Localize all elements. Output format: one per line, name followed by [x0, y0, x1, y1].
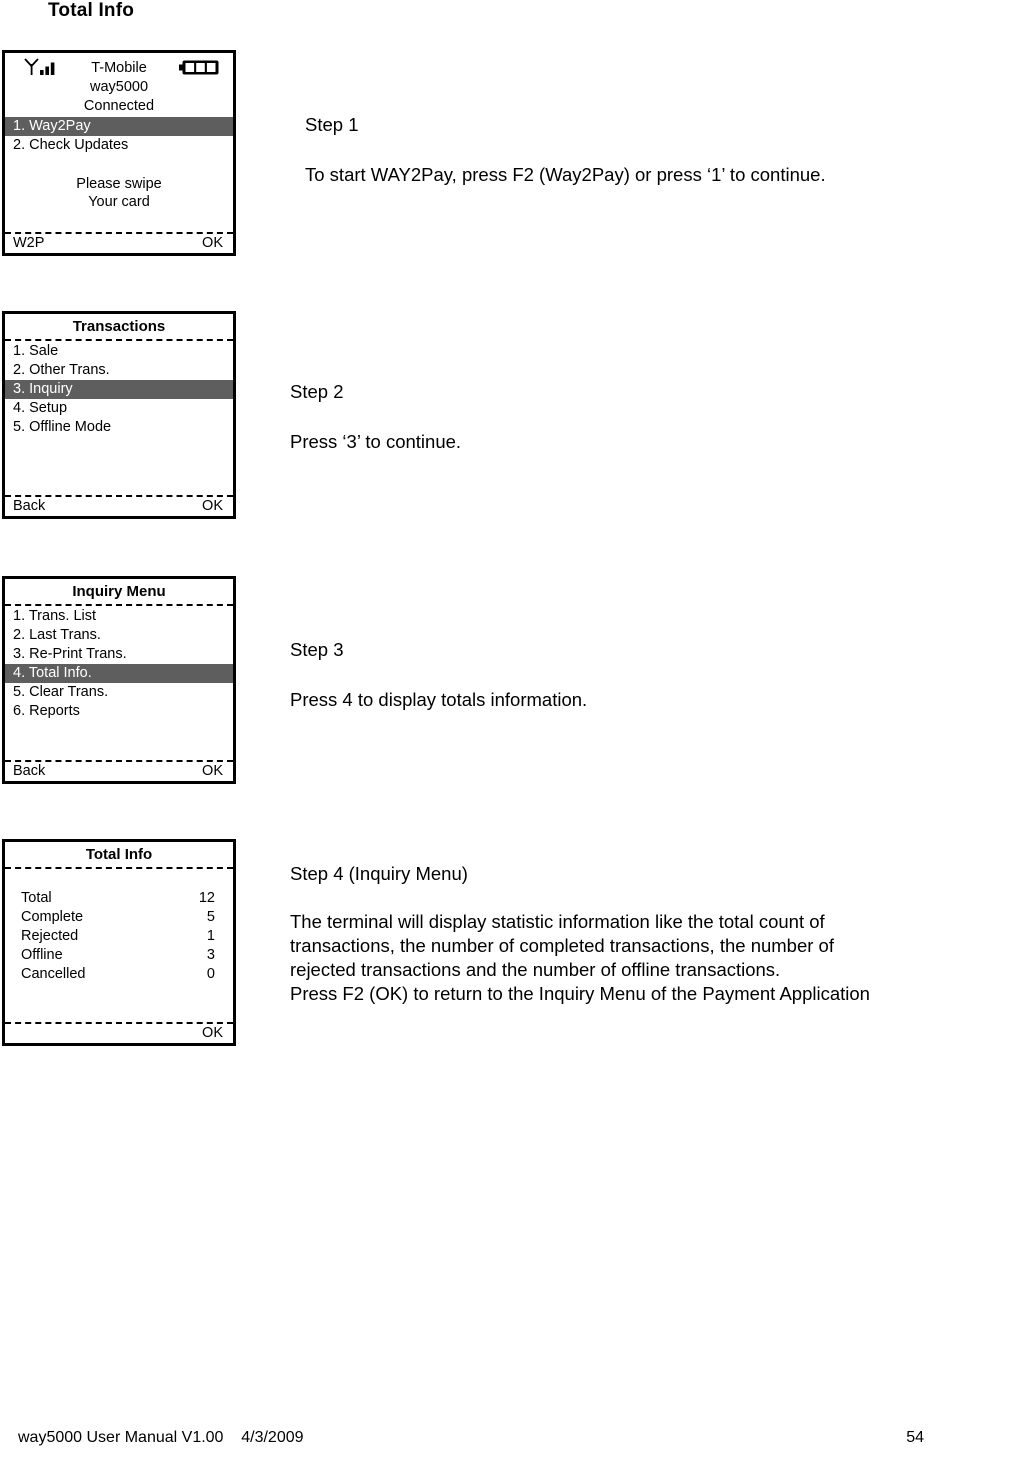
menu-item-trans-list[interactable]: 1. Trans. List: [5, 607, 233, 626]
step-3-body: Press 4 to display totals information.: [290, 688, 587, 712]
transactions-menu-list: 1. Sale 2. Other Trans. 3. Inquiry 4. Se…: [5, 341, 233, 437]
terminal-screen-inquiry-menu: Inquiry Menu 1. Trans. List 2. Last Tran…: [2, 576, 236, 784]
footer-page-number: 54: [906, 1429, 924, 1446]
step-line: To start WAY2Pay, press F2 (Way2Pay) or …: [305, 164, 826, 186]
page-title: Total Info: [48, 0, 135, 21]
step-4-block: Step 4 (Inquiry Menu) The terminal will …: [290, 862, 1012, 1006]
step-3-heading: Step 3: [290, 639, 344, 660]
terminal-header-line: Connected: [83, 97, 155, 114]
home-softkey-bar: W2P OK: [5, 232, 233, 253]
total-row-total: Total 12: [13, 889, 217, 908]
step-2-heading: Step 2: [290, 381, 344, 402]
menu-item-check-updates[interactable]: 2. Check Updates: [5, 136, 233, 155]
step-1-body: To start WAY2Pay, press F2 (Way2Pay) or …: [305, 163, 826, 187]
total-row-value: 5: [206, 908, 215, 925]
menu-item-last-trans[interactable]: 2. Last Trans.: [5, 626, 233, 645]
softkey-left-back[interactable]: Back: [13, 762, 45, 781]
step-line: Press F2 (OK) to return to the Inquiry M…: [290, 983, 870, 1005]
step-line: Press 4 to display totals information.: [290, 689, 588, 711]
softkey-left-back[interactable]: Back: [13, 497, 45, 516]
terminal-header-line: way5000: [89, 78, 149, 95]
battery-full-icon: [179, 60, 219, 75]
step-1-heading: Step 1: [305, 114, 359, 135]
step-2-body: Press ‘3’ to continue.: [290, 430, 461, 454]
total-info-softkey-bar: OK: [5, 1022, 233, 1043]
menu-item-sale[interactable]: 1. Sale: [5, 342, 233, 361]
menu-item-setup[interactable]: 4. Setup: [5, 399, 233, 418]
menu-item-inquiry[interactable]: 3. Inquiry: [5, 379, 233, 399]
terminal-screen-home: T-Mobile way5000 Connected 1. Way2Pay 2.…: [2, 50, 236, 256]
total-row-label: Rejected: [21, 927, 79, 944]
total-row-value: 12: [198, 889, 215, 906]
step-1-block: Step 1 To start WAY2Pay, press F2 (Way2P…: [305, 113, 826, 187]
total-row-label: Cancelled: [21, 965, 86, 982]
signal-antenna-icon: [23, 58, 61, 77]
total-row-cancelled: Cancelled 0: [13, 965, 217, 984]
total-info-title: Total Info: [85, 846, 153, 863]
menu-item-total-info[interactable]: 4. Total Info.: [5, 663, 233, 683]
total-row-label: Total: [21, 889, 52, 906]
menu-item-way2pay[interactable]: 1. Way2Pay: [5, 116, 233, 136]
step-line: transactions, the number of completed tr…: [290, 935, 834, 957]
footer-manual-title: way5000 User Manual V1.00: [18, 1429, 224, 1446]
menu-item-reprint-trans[interactable]: 3. Re-Print Trans.: [5, 645, 233, 664]
inquiry-menu-title: Inquiry Menu: [72, 583, 166, 600]
menu-item-offline-mode[interactable]: 5. Offline Mode: [5, 418, 233, 437]
menu-item-other-trans[interactable]: 2. Other Trans.: [5, 361, 233, 380]
total-row-rejected: Rejected 1: [13, 927, 217, 946]
softkey-right-ok[interactable]: OK: [202, 1024, 223, 1043]
total-row-offline: Offline 3: [13, 946, 217, 965]
softkey-right-ok[interactable]: OK: [202, 234, 223, 253]
total-info-table: Total 12 Complete 5 Rejected 1 Offline 3…: [5, 889, 233, 984]
swipe-prompt-line: Your card: [88, 194, 150, 211]
swipe-card-prompt: Please swipe Your card: [5, 175, 233, 213]
inquiry-menu-list: 1. Trans. List 2. Last Trans. 3. Re-Prin…: [5, 606, 233, 721]
terminal-screen-total-info: Total Info Total 12 Complete 5 Rejected …: [2, 839, 236, 1046]
step-line: The terminal will display statistic info…: [290, 911, 825, 933]
step-3-block: Step 3 Press 4 to display totals informa…: [290, 638, 587, 712]
home-menu-list: 1. Way2Pay 2. Check Updates: [5, 116, 233, 155]
softkey-right-ok[interactable]: OK: [202, 497, 223, 516]
total-row-label: Offline: [21, 946, 63, 963]
step-line: Press ‘3’ to continue.: [290, 431, 462, 453]
total-row-label: Complete: [21, 908, 84, 925]
total-row-value: 3: [206, 946, 215, 963]
step-2-block: Step 2 Press ‘3’ to continue.: [290, 380, 461, 454]
terminal-statusbar: [5, 53, 233, 77]
transactions-title: Transactions: [72, 318, 166, 335]
step-4-heading: Step 4 (Inquiry Menu): [290, 863, 468, 884]
swipe-prompt-line: Please swipe: [76, 175, 162, 192]
footer-manual-info: way5000 User Manual V1.00 4/3/2009: [18, 1429, 304, 1447]
softkey-left-w2p[interactable]: W2P: [13, 234, 44, 253]
step-4-body: The terminal will display statistic info…: [290, 910, 1012, 1006]
total-row-complete: Complete 5: [13, 908, 217, 927]
footer-date: 4/3/2009: [241, 1429, 304, 1446]
total-row-value: 0: [206, 965, 215, 982]
terminal-screen-transactions: Transactions 1. Sale 2. Other Trans. 3. …: [2, 311, 236, 519]
menu-item-reports[interactable]: 6. Reports: [5, 702, 233, 721]
softkey-right-ok[interactable]: OK: [202, 762, 223, 781]
menu-item-clear-trans[interactable]: 5. Clear Trans.: [5, 683, 233, 702]
step-line: rejected transactions and the number of …: [290, 959, 781, 981]
inquiry-softkey-bar: Back OK: [5, 760, 233, 781]
transactions-softkey-bar: Back OK: [5, 495, 233, 516]
title-divider: [5, 866, 233, 869]
total-row-value: 1: [206, 927, 215, 944]
